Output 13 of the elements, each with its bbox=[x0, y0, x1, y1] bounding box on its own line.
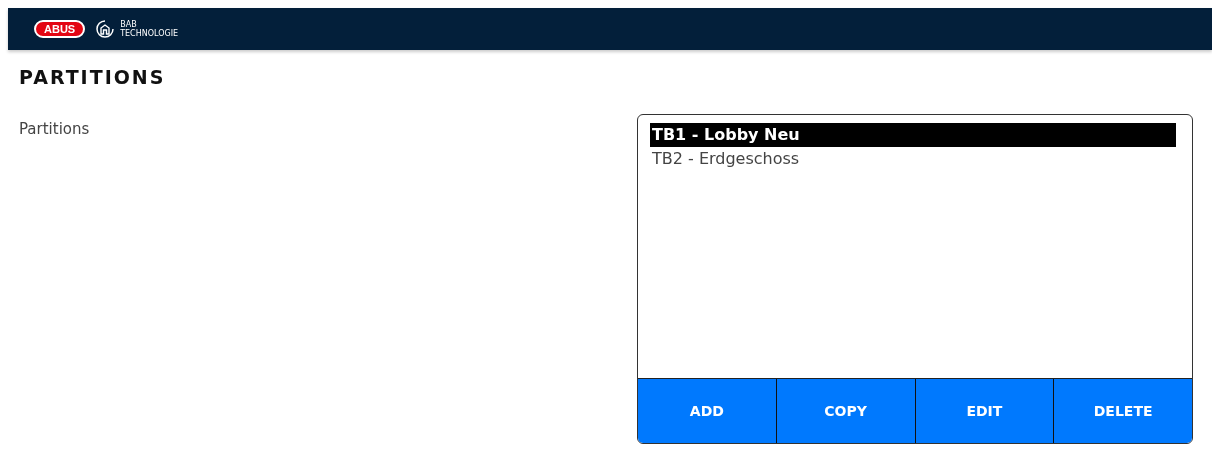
action-button[interactable]: DELETE bbox=[1053, 379, 1192, 443]
partner-name: TECHNOLOGIE bbox=[120, 29, 179, 38]
partner-name: BAB bbox=[120, 20, 138, 29]
action-button[interactable]: ADD bbox=[638, 379, 776, 443]
action-button[interactable]: COPY bbox=[775, 379, 915, 443]
page-title: PARTITIONS bbox=[19, 66, 167, 88]
list-item[interactable]: TB1 - Lobby Neu bbox=[650, 123, 1176, 147]
field-label: Partitions bbox=[19, 120, 91, 138]
list-item[interactable]: TB2 - Erdgeschoss bbox=[650, 147, 1176, 171]
partition-list[interactable]: TB1 - Lobby Neu TB2 - Erdgeschoss ADD COPY EDIT DELETE bbox=[637, 114, 1193, 444]
house-logo-icon bbox=[95, 19, 116, 39]
brand-logo: ABUS bbox=[34, 20, 86, 38]
action-button[interactable]: EDIT bbox=[914, 379, 1054, 443]
